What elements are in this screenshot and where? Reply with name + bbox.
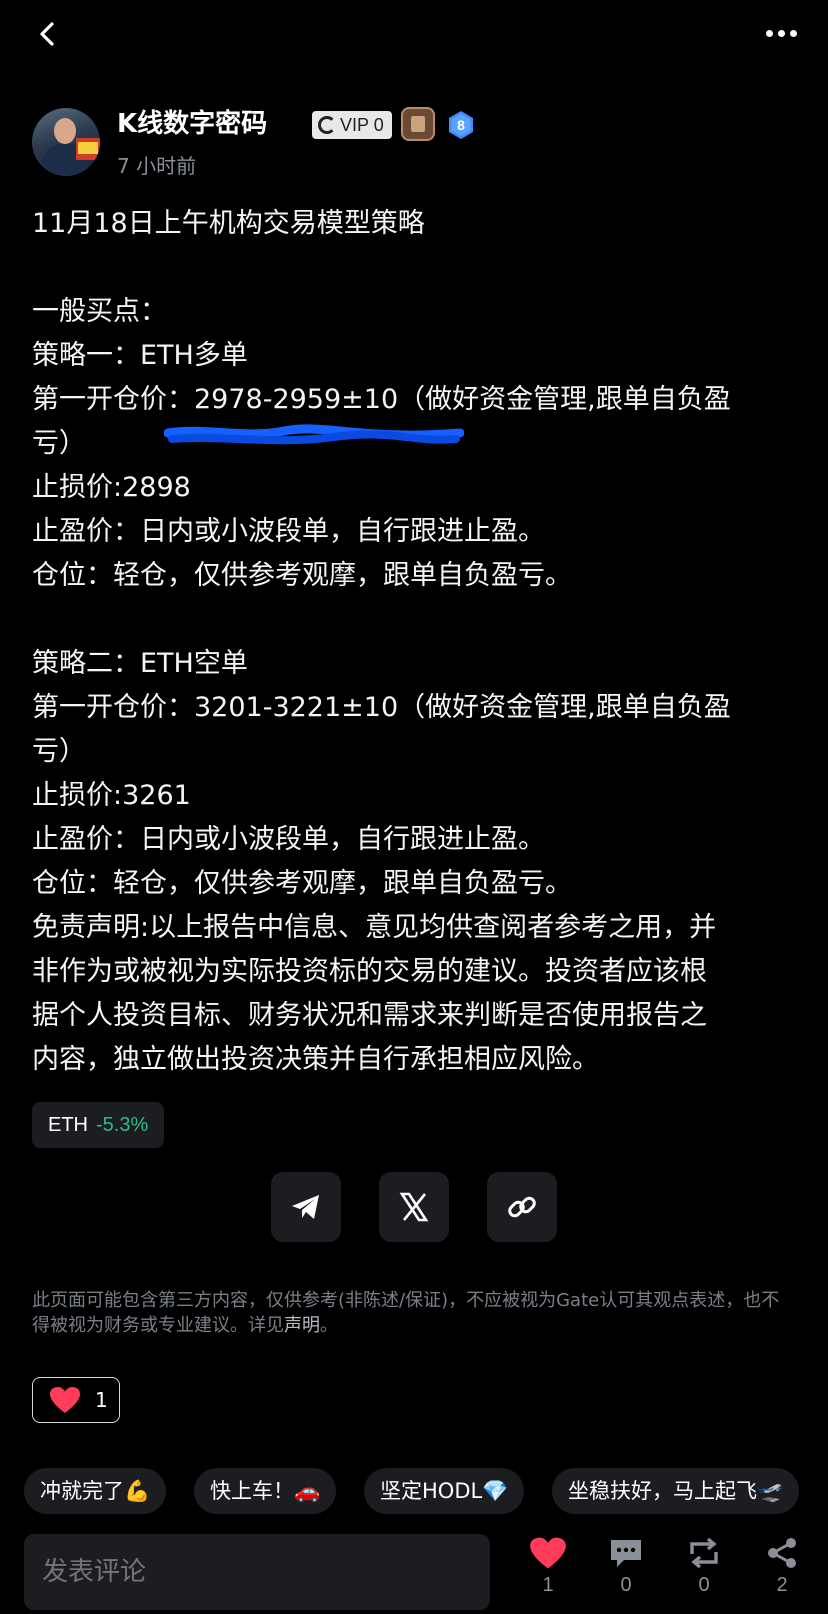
avatar[interactable] [32, 108, 100, 176]
quick-reply-chip[interactable]: 坚定HODL💎 [364, 1468, 525, 1514]
post-line: 第一开仓价：2978-2959±10（做好资金管理,跟单自负盈 [32, 384, 731, 415]
level-badge-icon: 8 [446, 110, 476, 140]
token-chip[interactable]: ETH -5.3% [32, 1102, 165, 1148]
more-menu-icon[interactable] [766, 26, 802, 40]
share-icon [768, 1538, 796, 1568]
post-line: 一般买点： [32, 296, 167, 327]
share-button[interactable]: 2 [752, 1536, 812, 1614]
like-button[interactable]: 1 [518, 1536, 578, 1614]
medal-badge-icon [401, 107, 435, 141]
share-telegram-button[interactable] [271, 1172, 341, 1242]
vip-badge: VIP 0 [312, 111, 392, 139]
comment-input[interactable] [24, 1534, 490, 1610]
heart-icon [530, 1537, 566, 1569]
token-change: -5.3% [96, 1114, 149, 1136]
comment-count: 0 [620, 1574, 632, 1596]
post-line: 仓位：轻仓，仅供参考观摩，跟单自负盈亏。 [32, 868, 572, 899]
disclaimer-end: 。 [320, 1315, 338, 1336]
post-line: 11月18日上午机构交易模型策略 [32, 208, 425, 239]
token-symbol: ETH [48, 1114, 88, 1136]
post-line [32, 598, 802, 642]
post-line: 止损价:2898 [32, 472, 191, 503]
post-line: 非作为或被视为实际投资标的交易的建议。投资者应该根 [32, 956, 707, 987]
quick-reply-chip[interactable]: 冲就完了💪 [24, 1468, 167, 1514]
third-party-disclaimer: 此页面可能包含第三方内容，仅供参考(非陈述/保证)，不应被视为Gate认可其观点… [32, 1288, 782, 1338]
post-line: 第一开仓价：3201-3221±10（做好资金管理,跟单自负盈 [32, 692, 731, 723]
statement-link[interactable]: 声明 [284, 1315, 320, 1336]
repost-button[interactable]: 0 [674, 1536, 734, 1614]
post-line: 策略二：ETH空单 [32, 648, 248, 679]
back-arrow-icon[interactable] [30, 16, 66, 52]
vip-label: VIP 0 [340, 115, 384, 135]
share-count: 2 [776, 1574, 788, 1596]
share-x-button[interactable] [379, 1172, 449, 1242]
post-line: 亏） [32, 428, 86, 459]
post-line [32, 246, 802, 290]
post-line: 免责声明:以上报告中信息、意见均供查阅者参考之用，并 [32, 912, 717, 943]
post-line: 止盈价：日内或小波段单，自行跟进止盈。 [32, 516, 545, 547]
like-reaction-button[interactable]: 1 [32, 1377, 120, 1423]
level-number: 8 [457, 117, 465, 133]
comment-button[interactable]: 0 [596, 1536, 656, 1614]
repost-icon [690, 1537, 718, 1569]
post-line: 亏） [32, 736, 86, 767]
gate-logo-icon [318, 116, 336, 134]
post-line: 内容，独立做出投资决策并自行承担相应风险。 [32, 1044, 599, 1075]
post-line: 据个人投资目标、财务状况和需求来判断是否使用报告之 [32, 1000, 707, 1031]
like-count: 1 [542, 1574, 554, 1596]
copy-link-button[interactable] [487, 1172, 557, 1242]
post-line: 止盈价：日内或小波段单，自行跟进止盈。 [32, 824, 545, 855]
post-line: 止损价:3261 [32, 780, 191, 811]
comment-bubble-icon [611, 1540, 641, 1567]
x-icon [399, 1192, 429, 1222]
disclaimer-text: 此页面可能包含第三方内容，仅供参考(非陈述/保证)，不应被视为Gate认可其观点… [32, 1290, 780, 1336]
author-name[interactable]: K线数字密码 [117, 106, 267, 142]
like-count: 1 [95, 1388, 108, 1412]
link-icon [508, 1196, 536, 1218]
heart-icon [50, 1387, 80, 1413]
telegram-icon [292, 1195, 319, 1219]
quick-reply-chip[interactable]: 快上车！🚗 [194, 1468, 337, 1514]
top-bar [0, 0, 828, 70]
author-header: K线数字密码 VIP 0 8 7 小时前 [32, 106, 792, 178]
post-line: 策略一：ETH多单 [32, 340, 248, 371]
repost-count: 0 [698, 1574, 710, 1596]
quick-reply-chip[interactable]: 坐稳扶好，马上起飞🛫 [552, 1468, 800, 1514]
post-time: 7 小时前 [117, 154, 197, 178]
bottom-action-bar: 1 0 0 2 [0, 1530, 828, 1614]
post-line: 仓位：轻仓，仅供参考观摩，跟单自负盈亏。 [32, 560, 572, 591]
post-body: 11月18日上午机构交易模型策略 一般买点： 策略一：ETH多单 第一开仓价：2… [32, 202, 802, 1082]
